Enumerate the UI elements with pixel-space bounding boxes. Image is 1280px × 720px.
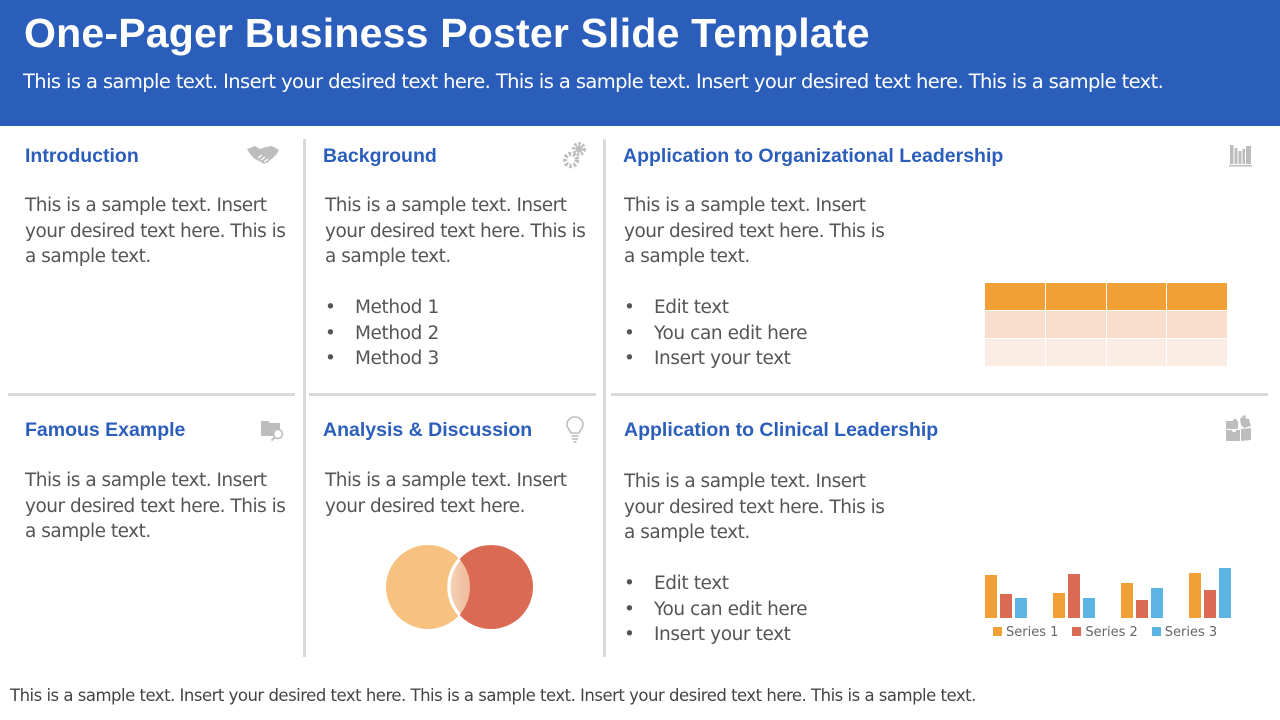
lightbulb-icon [565, 415, 585, 450]
section-text: This is a sample text. Insert your desir… [25, 195, 286, 267]
table-cell [1106, 283, 1167, 310]
footer-text: This is a sample text. Insert your desir… [10, 686, 976, 705]
method-list: Method 1 Method 2 Method 3 [325, 295, 439, 372]
legend-item: Series 1 [993, 625, 1058, 640]
legend-swatch [1151, 627, 1161, 636]
bullet-list: Edit text You can edit here Insert your … [624, 571, 808, 648]
legend-swatch [993, 627, 1002, 636]
list-item: You can edit here [624, 597, 808, 623]
gears-icon [562, 141, 587, 174]
section-text: This is a sample text. Insert your desir… [624, 195, 885, 267]
bar-series-2-category-3 [1136, 600, 1148, 618]
legend-label: Series 2 [1085, 625, 1138, 640]
table-cell [1167, 311, 1227, 338]
section-title: Application to Clinical Leadership [624, 419, 939, 441]
venn-diagram [386, 545, 533, 629]
section-text: This is a sample text. Insert your desir… [325, 470, 567, 517]
divider-vertical-2 [603, 139, 606, 657]
page-title: One-Pager Business Poster Slide Template [24, 10, 870, 56]
bar-series-2-category-2 [1068, 574, 1080, 618]
section-title: Application to Organizational Leadership [623, 145, 1004, 167]
table-cell [985, 311, 1045, 338]
handshake-icon [246, 143, 280, 172]
table-row [985, 283, 1227, 310]
folder-search-icon [260, 417, 286, 448]
table-cell [1167, 283, 1227, 310]
puzzle-icon [1224, 413, 1254, 448]
section-title: Background [323, 145, 437, 167]
divider-horizontal-1 [8, 393, 295, 396]
table-row [985, 311, 1227, 338]
table-cell [1167, 339, 1227, 366]
bar-series-1-category-3 [1121, 583, 1133, 618]
bar-series-3-category-3 [1151, 588, 1163, 618]
bar-series-2-category-4 [1204, 590, 1216, 618]
section-title: Analysis & Discussion [323, 419, 533, 441]
list-item: Insert your text [624, 622, 807, 648]
header-banner: One-Pager Business Poster Slide Template… [0, 0, 1280, 126]
table-cell [1106, 339, 1167, 366]
table-row [985, 339, 1227, 366]
legend-item: Series 2 [1072, 625, 1138, 640]
table-cell [1045, 283, 1106, 310]
section-title: Famous Example [25, 419, 186, 441]
divider-vertical-1 [303, 139, 306, 657]
section-text: This is a sample text. Insert your desir… [25, 470, 286, 542]
table-cell [1045, 311, 1106, 338]
list-item: Method 1 [325, 295, 439, 321]
list-item: You can edit here [624, 321, 808, 347]
list-item: Method 2 [325, 321, 439, 347]
list-item: Method 3 [325, 346, 439, 372]
bar-chart [985, 568, 1231, 618]
books-icon [1229, 143, 1253, 172]
list-item: Edit text [624, 571, 807, 597]
table-cell [1106, 311, 1167, 338]
list-item: Insert your text [624, 346, 807, 372]
legend-swatch [1072, 627, 1082, 636]
bar-series-1-category-4 [1189, 573, 1201, 618]
section-text: This is a sample text. Insert your desir… [325, 195, 586, 267]
chart-legend: Series 1 Series 2 Series 3 [993, 625, 1217, 640]
bar-series-3-category-4 [1219, 568, 1231, 618]
legend-item: Series 3 [1151, 625, 1218, 640]
divider-horizontal-3 [611, 393, 1268, 396]
page-subtitle: This is a sample text. Insert your desir… [23, 70, 1164, 93]
legend-label: Series 3 [1164, 625, 1218, 640]
legend-label: Series 1 [1006, 625, 1059, 640]
bar-series-1-category-2 [1053, 593, 1065, 618]
table-cell [985, 283, 1045, 310]
table-cell [1045, 339, 1106, 366]
divider-horizontal-2 [309, 393, 596, 396]
sample-table [984, 282, 1228, 367]
bar-series-1-category-1 [985, 575, 997, 618]
section-title: Introduction [25, 145, 139, 167]
bullet-list: Edit text You can edit here Insert your … [624, 295, 808, 372]
list-item: Edit text [624, 295, 807, 321]
bar-series-2-category-1 [1000, 594, 1012, 618]
bar-series-3-category-1 [1015, 598, 1027, 618]
bar-series-3-category-2 [1083, 598, 1095, 618]
table-cell [985, 339, 1045, 366]
section-text: This is a sample text. Insert your desir… [624, 471, 885, 543]
